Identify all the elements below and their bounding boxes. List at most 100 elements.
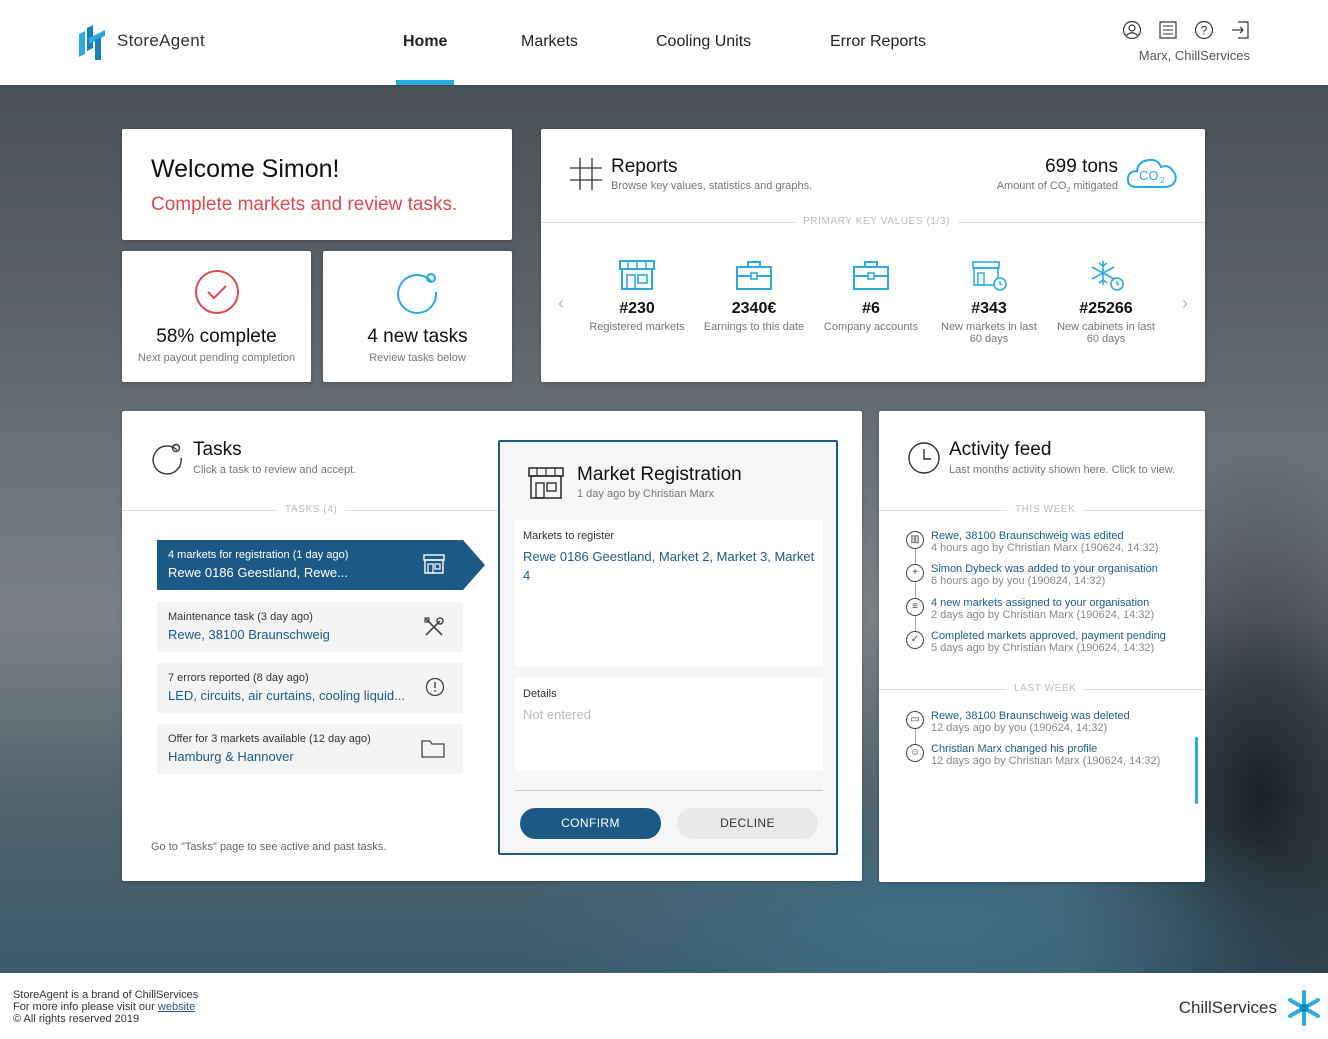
page-footer: StoreAgent is a brand of ChillServices F… <box>0 973 1328 1039</box>
plus-icon: + <box>906 564 924 582</box>
co2-value: 699 tons <box>1045 156 1118 177</box>
kpi-label: New cabinets in last 60 days <box>1057 321 1155 345</box>
new-tasks-card[interactable]: 4 new tasks Review tasks below <box>323 251 512 382</box>
welcome-title: Welcome Simon! <box>151 155 340 183</box>
kpi-label: New markets in last 60 days <box>941 321 1037 345</box>
activity-subtitle: Last months activity shown here. Click t… <box>949 464 1176 476</box>
kpi-new-cabinets[interactable]: #25266 New cabinets in last 60 days <box>1051 259 1161 345</box>
website-link[interactable]: website <box>158 1001 195 1013</box>
tasks-card: Tasks Click a task to review and accept.… <box>122 411 862 881</box>
progress-title: 58% complete <box>156 326 277 347</box>
store-icon <box>527 466 565 505</box>
kpi-value: #230 <box>619 300 655 317</box>
task-title: Hamburg & Hannover <box>168 749 294 764</box>
user-icon[interactable] <box>1122 20 1142 40</box>
feed-title: Rewe, 38100 Braunschweig was edited <box>931 530 1124 542</box>
progress-card[interactable]: 58% complete Next payout pending complet… <box>122 251 311 382</box>
footer-website-line: For more info please visit our website <box>13 1001 196 1013</box>
snowflake-clock-icon <box>1091 261 1124 291</box>
svg-text:CO: CO <box>1139 168 1159 183</box>
check-icon: ✓ <box>906 631 924 649</box>
task-meta: Offer for 3 markets available (12 day ag… <box>168 733 371 745</box>
kpi-prev-arrow[interactable]: ‹ <box>558 293 564 314</box>
trash-icon: ▭ <box>906 711 924 729</box>
clock-icon <box>907 441 941 480</box>
store-icon: ▥ <box>906 531 924 549</box>
details-placeholder: Not entered <box>523 707 591 722</box>
feed-item[interactable]: ▥ Rewe, 38100 Braunschweig was edited 4 … <box>906 530 1159 554</box>
nav-error-reports[interactable]: Error Reports <box>830 33 926 51</box>
reports-subtitle: Browse key values, statistics and graphs… <box>611 180 813 192</box>
market-registration-title: Market Registration <box>577 464 742 485</box>
logout-icon[interactable] <box>1230 20 1250 40</box>
current-user[interactable]: Marx, ChillServices <box>1139 48 1250 63</box>
task-meta: Maintenance task (3 day ago) <box>168 611 313 623</box>
this-week-label: THIS WEEK <box>1007 504 1084 515</box>
market-registration-panel: Market Registration 1 day ago by Christi… <box>498 440 838 855</box>
kpi-label: Earnings to this date <box>703 321 805 333</box>
progress-sub: Next payout pending completion <box>137 352 296 364</box>
task-item[interactable]: 4 markets for registration (1 day ago) R… <box>157 540 485 590</box>
task-title: LED, circuits, air curtains, cooling liq… <box>168 688 405 703</box>
confirm-button[interactable]: CONFIRM <box>520 808 661 839</box>
kpi-registered-markets[interactable]: #230 Registered markets <box>582 259 692 333</box>
kpi-label: Registered markets <box>589 321 685 333</box>
footer-info: StoreAgent is a brand of ChillServices F… <box>13 989 198 1025</box>
task-item[interactable]: Offer for 3 markets available (12 day ag… <box>157 724 463 774</box>
kpi-earnings[interactable]: 2340€ Earnings to this date <box>699 259 809 333</box>
tasks-title: Tasks <box>193 439 242 460</box>
feed-item[interactable]: ≡ 4 new markets assigned to your organis… <box>906 597 1154 621</box>
list-icon[interactable] <box>1158 20 1178 40</box>
feed-title: Christian Marx changed his profile <box>931 743 1098 755</box>
task-circle-icon <box>150 441 184 480</box>
task-title: Rewe, 38100 Braunschweig <box>168 627 330 642</box>
kpi-next-arrow[interactable]: › <box>1182 293 1188 314</box>
list-icon: ≡ <box>906 598 924 616</box>
market-registration-subtitle: 1 day ago by Christian Marx <box>577 488 714 500</box>
feed-item[interactable]: + Simon Dybeck was added to your organis… <box>906 563 1158 587</box>
last-week-label: LAST WEEK <box>1006 683 1085 694</box>
kpi-value: #6 <box>862 300 880 317</box>
kpi-new-markets[interactable]: #343 New markets in last 60 days <box>934 259 1044 345</box>
store-icon <box>619 260 655 290</box>
task-item[interactable]: Maintenance task (3 day ago) Rewe, 38100… <box>157 602 463 652</box>
feed-item[interactable]: ✓ Completed markets approved, payment pe… <box>906 630 1166 654</box>
header-actions: ? <box>1122 20 1250 40</box>
kpi-value: #343 <box>971 300 1007 317</box>
details-field[interactable]: Details Not entered <box>515 678 823 771</box>
feed-item[interactable]: ▭ Rewe, 38100 Braunschweig was deleted 1… <box>906 710 1130 734</box>
nav-markets[interactable]: Markets <box>521 33 578 51</box>
tools-icon <box>423 616 445 643</box>
store-icon <box>423 554 445 579</box>
welcome-subtitle: Complete markets and review tasks. <box>151 194 458 215</box>
help-icon[interactable]: ? <box>1194 20 1214 40</box>
welcome-card: Welcome Simon! Complete markets and revi… <box>122 129 512 240</box>
folder-icon <box>421 738 445 763</box>
task-circle-icon <box>323 269 512 320</box>
chillservices-logo-icon <box>1283 988 1325 1033</box>
alert-icon <box>425 677 445 702</box>
kpi-company-accounts[interactable]: #6 Company accounts <box>816 259 926 333</box>
nav-cooling-units[interactable]: Cooling Units <box>656 33 751 51</box>
decline-button[interactable]: DECLINE <box>677 808 818 839</box>
kpi-value: #25266 <box>1079 300 1133 317</box>
check-circle-icon <box>122 269 311 320</box>
markets-value: Rewe 0186 Geestland, Market 2, Market 3,… <box>523 549 815 583</box>
nav-active-indicator <box>396 80 454 85</box>
tasks-subtitle: Click a task to review and accept. <box>193 464 357 476</box>
nav-home[interactable]: Home <box>403 33 447 51</box>
details-label: Details <box>523 688 557 700</box>
activity-feed-card: Activity feed Last months activity shown… <box>879 411 1205 882</box>
feed-meta: 4 hours ago by Christian Marx (190624, 1… <box>931 542 1159 554</box>
activity-scrollbar[interactable] <box>1195 737 1198 804</box>
main-nav: Home Markets Cooling Units Error Reports <box>0 0 1328 85</box>
svg-text:?: ? <box>1201 24 1208 38</box>
markets-label: Markets to register <box>523 530 615 542</box>
tasks-count-label: TASKS (4) <box>277 504 346 515</box>
feed-item[interactable]: ☺ Christian Marx changed his profile 12 … <box>906 743 1160 767</box>
task-item[interactable]: 7 errors reported (8 day ago) LED, circu… <box>157 663 463 713</box>
briefcase-icon <box>853 261 889 290</box>
reports-title: Reports <box>611 156 678 177</box>
store-clock-icon <box>972 261 1007 291</box>
task-title: Rewe 0186 Geestland, Rewe... <box>168 565 348 580</box>
